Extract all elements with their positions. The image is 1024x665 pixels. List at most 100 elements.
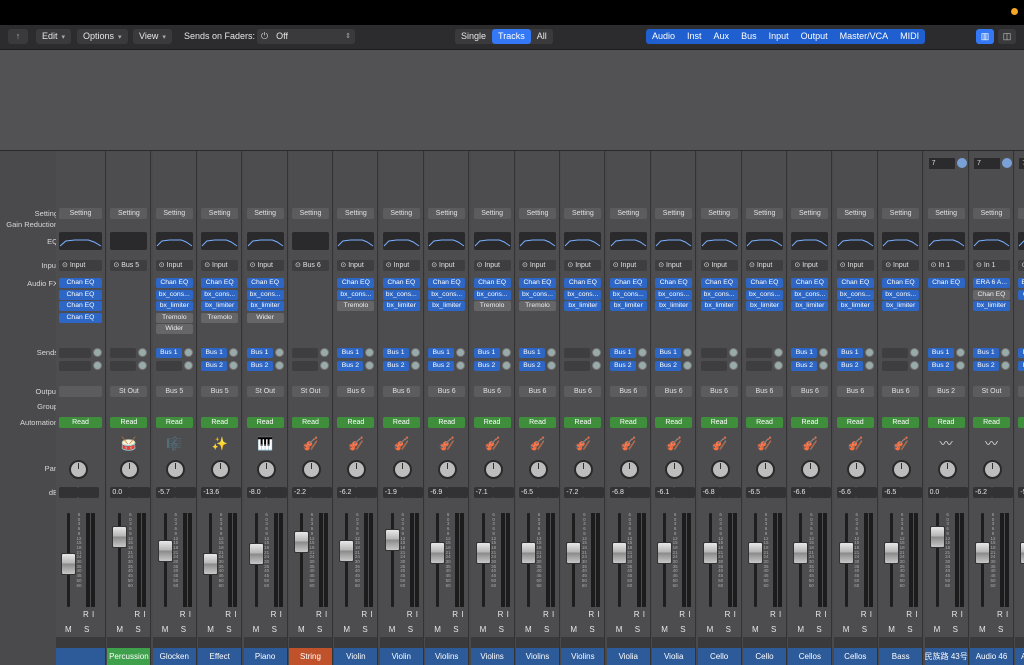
eq-thumbnail[interactable] (700, 232, 738, 250)
input-monitor-button[interactable]: I (552, 610, 554, 619)
audio-fx-slot[interactable]: Chan EQ (609, 278, 647, 288)
input-monitor-button[interactable]: I (507, 610, 509, 619)
automation-mode-button[interactable]: Read (382, 417, 420, 428)
send-slot[interactable]: Bus 1 (428, 348, 455, 358)
eq-thumbnail[interactable] (927, 232, 965, 250)
send-level-knob[interactable] (592, 348, 602, 357)
back-arrow-icon[interactable]: ↑ (8, 29, 28, 44)
audio-fx-slot[interactable]: bx_cons... (836, 289, 874, 300)
output-slot[interactable]: Bus 6 (337, 386, 375, 397)
eq-thumbnail[interactable] (59, 232, 102, 250)
pan-knob[interactable] (69, 460, 88, 479)
audio-fx-slot[interactable]: bx_cons... (201, 289, 239, 300)
send-slot[interactable]: Bus 1 (655, 348, 682, 358)
send-level-knob[interactable] (637, 348, 647, 357)
eq-thumbnail[interactable] (564, 232, 602, 250)
input-monitor-button[interactable]: I (461, 610, 463, 619)
send-slot[interactable]: Bus 1 (246, 348, 273, 358)
mute-button[interactable]: M (934, 625, 941, 634)
mute-button[interactable]: M (979, 625, 986, 634)
audio-fx-slot[interactable]: bx_cons... (519, 289, 556, 300)
narrow-view-icon[interactable]: ▥ (976, 29, 994, 44)
input-slot[interactable]: ⊙ Input (836, 260, 874, 271)
eq-thumbnail[interactable] (382, 232, 420, 250)
eq-thumbnail[interactable] (155, 232, 193, 250)
send-slot[interactable]: Bus 2 (337, 361, 364, 371)
record-enable-button[interactable]: R (83, 610, 89, 619)
solo-button[interactable]: S (816, 625, 821, 634)
send-level-knob[interactable] (683, 361, 693, 370)
audio-fx-slot[interactable]: bx_cons... (337, 289, 375, 300)
record-enable-button[interactable]: R (316, 610, 322, 619)
send-level-knob[interactable] (774, 361, 783, 370)
mode-single[interactable]: Single (455, 29, 492, 44)
eq-thumbnail[interactable] (1018, 232, 1024, 250)
audio-fx-slot[interactable]: Chan EQ (473, 278, 511, 288)
pan-knob[interactable] (710, 460, 730, 479)
audio-fx-slot[interactable]: Chan EQ (59, 312, 102, 323)
input-slot[interactable]: ⊙ In 1 (973, 260, 1010, 271)
audio-fx-slot[interactable]: Chan EQ (382, 278, 420, 288)
audio-fx-slot[interactable]: Chan EQ (201, 278, 239, 288)
solo-button[interactable]: S (362, 625, 367, 634)
automation-mode-button[interactable]: Read (1018, 417, 1024, 428)
send-level-knob[interactable] (1001, 348, 1010, 357)
send-slot[interactable]: Bus 2 (519, 361, 545, 371)
pan-knob[interactable] (529, 460, 548, 479)
solo-button[interactable]: S (771, 625, 776, 634)
volume-fader[interactable] (793, 541, 809, 564)
audio-fx-slot[interactable]: Chan EQ (246, 278, 284, 288)
audio-fx-slot[interactable]: Chan EQ (655, 278, 693, 288)
automation-mode-button[interactable]: Read (564, 417, 602, 428)
input-slot[interactable]: ⊙ Input (382, 260, 420, 271)
audio-fx-slot[interactable]: Chan EQ (973, 289, 1010, 300)
track-name[interactable]: Audio 46 (970, 648, 1013, 665)
sends-on-faders-select[interactable]: ⏻ Off ⇕ (257, 29, 355, 44)
setting-button[interactable]: Setting (337, 208, 375, 219)
send-slot[interactable] (700, 348, 727, 358)
send-level-knob[interactable] (592, 361, 602, 370)
input-monitor-button[interactable]: I (234, 610, 236, 619)
record-enable-button[interactable]: R (679, 610, 685, 619)
mute-button[interactable]: M (888, 625, 895, 634)
eq-thumbnail[interactable] (882, 232, 920, 250)
options-menu[interactable]: Options ▾ (77, 29, 128, 44)
setting-button[interactable]: Setting (473, 208, 511, 219)
eq-thumbnail[interactable] (473, 232, 511, 250)
input-monitor-button[interactable]: I (779, 610, 781, 619)
pan-knob[interactable] (665, 460, 685, 479)
setting-button[interactable]: Setting (746, 208, 783, 219)
track-number-field[interactable]: 7 (974, 158, 1000, 169)
send-level-knob[interactable] (456, 361, 466, 370)
send-slot[interactable]: Bus 2 (973, 361, 999, 371)
audio-fx-slot[interactable]: Wider (155, 324, 193, 334)
audio-fx-slot[interactable]: ERA 6 A... (973, 278, 1010, 288)
send-level-knob[interactable] (274, 361, 284, 370)
pan-knob[interactable] (574, 460, 594, 479)
filter-midi[interactable]: MIDI (894, 29, 925, 44)
input-monitor-button[interactable]: I (597, 610, 599, 619)
audio-fx-slot[interactable]: Chan EQ (155, 278, 193, 288)
input-slot[interactable]: ⊙ Input (519, 260, 556, 271)
send-slot[interactable]: Bus 2 (791, 361, 818, 371)
input-monitor-button[interactable]: I (915, 610, 917, 619)
output-slot[interactable]: Bus 6 (791, 386, 829, 397)
audio-fx-slot[interactable]: bx_cons... (473, 289, 511, 300)
record-enable-button[interactable]: R (407, 610, 413, 619)
input-slot[interactable]: ⊙ Input (746, 260, 783, 271)
mute-button[interactable]: M (525, 625, 532, 634)
send-slot[interactable] (292, 361, 318, 371)
send-slot[interactable] (746, 361, 772, 371)
input-monitor-button[interactable]: I (870, 610, 872, 619)
track-name[interactable]: Violin (334, 648, 378, 665)
record-enable-button[interactable]: R (906, 610, 912, 619)
audio-fx-slot[interactable]: bx_limiter (973, 301, 1010, 311)
output-slot[interactable]: Bus 6 (428, 386, 466, 397)
automation-mode-button[interactable]: Read (155, 417, 193, 428)
send-slot[interactable] (882, 348, 909, 358)
filter-audio[interactable]: Audio (646, 29, 681, 44)
automation-mode-button[interactable]: Read (746, 417, 783, 428)
audio-fx-slot[interactable]: bx_limiter (791, 301, 829, 311)
track-name[interactable]: Effect (198, 648, 242, 665)
eq-thumbnail[interactable] (973, 232, 1010, 250)
